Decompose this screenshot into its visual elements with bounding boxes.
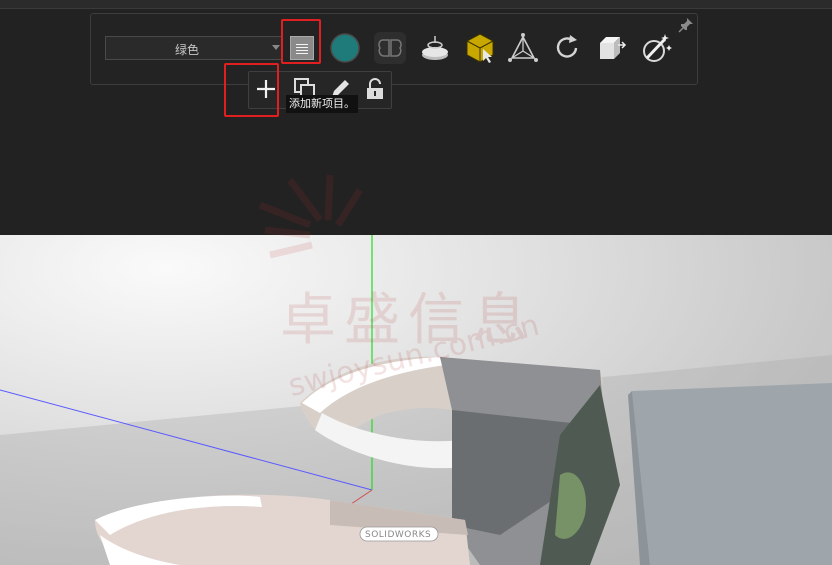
refresh-icon[interactable]	[550, 31, 584, 65]
color-select[interactable]: 绿色	[105, 36, 283, 60]
tooltip: 添加新项目。	[286, 95, 358, 113]
cube-export-icon[interactable]	[594, 31, 628, 65]
color-select-value: 绿色	[174, 43, 199, 57]
transform-icon[interactable]	[506, 31, 540, 65]
select-box-icon[interactable]	[463, 31, 497, 65]
chevron-down-icon	[272, 45, 280, 50]
lock-icon[interactable]	[362, 76, 388, 102]
pin-icon[interactable]	[678, 17, 694, 33]
magic-render-icon[interactable]	[639, 31, 673, 65]
highlight-add-button	[224, 63, 279, 117]
brain-icon[interactable]	[373, 31, 407, 65]
product-label: SOLIDWORKS	[365, 530, 432, 540]
sphere-icon[interactable]	[328, 31, 362, 65]
top-window-strip	[0, 0, 832, 9]
3d-viewport[interactable]: SOLIDWORKS	[0, 235, 832, 565]
turntable-icon[interactable]	[418, 31, 452, 65]
highlight-list-button	[281, 19, 321, 64]
